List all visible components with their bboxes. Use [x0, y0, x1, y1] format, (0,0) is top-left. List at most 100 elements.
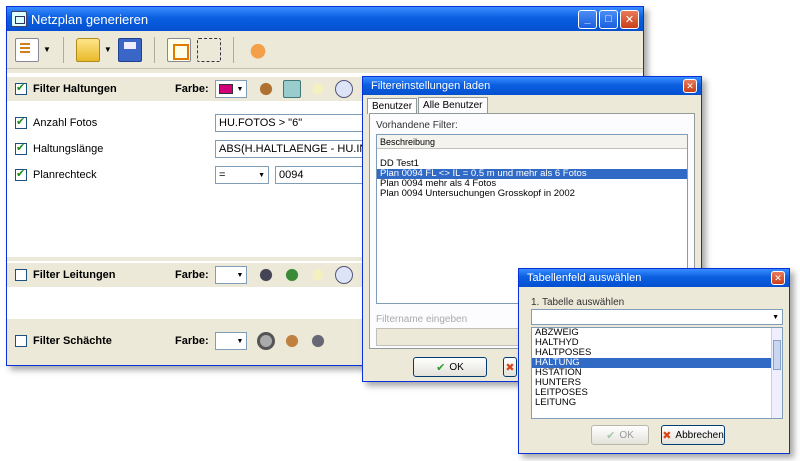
open-dropdown-icon[interactable]: ▼: [104, 45, 112, 54]
maximize-button[interactable]: □: [599, 9, 618, 29]
planrechteck-checkbox[interactable]: [15, 167, 27, 181]
folder-open-icon[interactable]: [75, 37, 100, 62]
cancel-x-icon: ✖: [505, 361, 515, 374]
select-frame-icon[interactable]: [166, 37, 191, 62]
filter-row: Anzahl Fotos: [15, 113, 97, 133]
grid-tool-icon[interactable]: [283, 80, 301, 98]
list-item[interactable]: HALTUNG: [532, 358, 782, 368]
tab-benutzer[interactable]: Benutzer: [367, 98, 418, 114]
list-scrollbar[interactable]: [771, 328, 782, 418]
ok-label: OK: [619, 429, 634, 441]
table-list[interactable]: ABZWEIG HALTHYD HALTPOSES HALTUNG HSTATION HU…: [531, 327, 783, 419]
leitung-grid-icon[interactable]: [283, 266, 301, 284]
minimize-button[interactable]: _: [578, 9, 597, 29]
leitungen-color-picker[interactable]: ▼: [215, 266, 247, 284]
chevron-down-icon: ▼: [236, 85, 244, 93]
checkmark-icon: ✔: [436, 361, 446, 374]
cancel-button[interactable]: ✖: [503, 357, 517, 377]
eraser-tool-icon[interactable]: [309, 80, 327, 98]
schaechte-color-picker[interactable]: ▼: [215, 332, 247, 350]
hand-pointer-icon[interactable]: [245, 37, 270, 62]
list-item[interactable]: DD Test1: [377, 159, 687, 169]
schaechte-checkbox[interactable]: [15, 335, 27, 347]
close-button[interactable]: ✕: [683, 79, 697, 93]
list-item[interactable]: Plan 0094 Untersuchungen Grosskopf in 20…: [377, 189, 687, 199]
step-label: 1. Tabelle auswählen: [531, 297, 625, 308]
eraser-tool-icon[interactable]: [309, 266, 327, 284]
farbe-label: Farbe:: [175, 83, 209, 95]
list-item[interactable]: LEITPOSES: [532, 388, 782, 398]
app-icon: [11, 11, 27, 27]
list-item[interactable]: HSTATION: [532, 368, 782, 378]
expand-circle-icon[interactable]: [335, 266, 353, 284]
list-item[interactable]: HUNTERS: [532, 378, 782, 388]
close-button[interactable]: ✕: [620, 9, 639, 29]
filter-row: Haltungslänge: [15, 139, 103, 159]
filter-tabs: Benutzer Alle Benutzer: [363, 95, 701, 114]
planrechteck-input[interactable]: 0094: [275, 166, 363, 184]
list-item[interactable]: Plan 0094 FL <> IL = 0.5 m und mehr als …: [377, 169, 687, 179]
list-item[interactable]: HALTHYD: [532, 338, 782, 348]
ok-label: OK: [449, 361, 464, 373]
list-item[interactable]: HALTPOSES: [532, 348, 782, 358]
new-document-icon[interactable]: [15, 37, 39, 62]
haltungen-checkbox[interactable]: [15, 81, 27, 95]
chevron-down-icon: ▼: [772, 313, 779, 321]
haltungslaenge-label: Haltungslänge: [33, 143, 104, 155]
toolbar-separator: [153, 36, 155, 63]
anzahl-fotos-label: Anzahl Fotos: [33, 117, 98, 129]
ok-button[interactable]: ✔ OK: [413, 357, 487, 377]
list-item[interactable]: ABZWEIG: [532, 328, 782, 338]
cancel-x-icon: ✖: [662, 429, 672, 442]
toolbar: ▼ ▼: [7, 31, 643, 69]
schaechte-label: Filter Schächte: [33, 335, 112, 347]
list-item[interactable]: Plan 0094 mehr als 4 Fotos: [377, 179, 687, 189]
haltungen-label: Filter Haltungen: [33, 83, 117, 95]
field-dialog-titlebar[interactable]: Tabellenfeld auswählen ✕: [519, 269, 789, 287]
cancel-button[interactable]: ✖ Abbrechen: [661, 425, 725, 445]
floppy-save-icon[interactable]: [117, 37, 142, 62]
window-title: Netzplan generieren: [31, 11, 149, 27]
chevron-down-icon: ▼: [258, 171, 265, 179]
cancel-label: Abbrechen: [675, 429, 724, 441]
filter-items: DD Test1 Plan 0094 FL <> IL = 0.5 m und m…: [377, 159, 687, 199]
schacht-node-icon[interactable]: [309, 332, 327, 350]
list-label: Vorhandene Filter:: [376, 120, 458, 131]
schacht-tool-icon[interactable]: [257, 332, 275, 350]
new-dropdown-icon[interactable]: ▼: [43, 45, 51, 54]
anzahl-fotos-checkbox[interactable]: [15, 115, 27, 129]
dashed-frame-icon[interactable]: [196, 37, 221, 62]
main-titlebar[interactable]: Netzplan generieren _ □ ✕: [7, 7, 643, 31]
expand-circle-icon[interactable]: [335, 80, 353, 98]
operator-select[interactable]: = ▼: [215, 166, 269, 184]
pipe-tool-icon[interactable]: [257, 80, 275, 98]
scrollbar-thumb[interactable]: [773, 340, 781, 370]
field-select-dialog: Tabellenfeld auswählen ✕ 1. Tabelle ausw…: [518, 268, 790, 454]
checkmark-icon: ✔: [606, 429, 616, 442]
chevron-down-icon: ▼: [236, 337, 244, 345]
table-combo[interactable]: ▼: [531, 309, 783, 325]
dialog-title: Tabellenfeld auswählen: [527, 272, 642, 284]
dialog-title: Filtereinstellungen laden: [371, 80, 491, 92]
leitung-tool-icon[interactable]: [257, 266, 275, 284]
leitungen-checkbox[interactable]: [15, 269, 27, 281]
haltungslaenge-checkbox[interactable]: [15, 141, 27, 155]
haltungen-color-picker[interactable]: ▼: [215, 80, 247, 98]
toolbar-separator: [232, 36, 234, 63]
ok-button[interactable]: ✔ OK: [591, 425, 649, 445]
close-button[interactable]: ✕: [771, 271, 785, 285]
table-items: ABZWEIG HALTHYD HALTPOSES HALTUNG HSTATION HU…: [532, 328, 782, 408]
toolbar-separator: [62, 36, 64, 63]
tab-alle-benutzer[interactable]: Alle Benutzer: [418, 97, 488, 113]
filter-dialog-titlebar[interactable]: Filtereinstellungen laden ✕: [363, 77, 701, 95]
anzahl-fotos-input[interactable]: HU.FOTOS > "6": [215, 114, 363, 132]
operator-value: =: [219, 169, 226, 181]
schacht-grid-icon[interactable]: [283, 332, 301, 350]
list-item[interactable]: LEITUNG: [532, 398, 782, 408]
chevron-down-icon: ▼: [236, 271, 244, 279]
leitungen-label: Filter Leitungen: [33, 269, 116, 281]
column-header[interactable]: Beschreibung: [377, 135, 687, 149]
planrechteck-label: Planrechteck: [33, 169, 97, 181]
haltungslaenge-input[interactable]: ABS(H.HALTLAENGE - HU.INSPL: [215, 140, 363, 158]
